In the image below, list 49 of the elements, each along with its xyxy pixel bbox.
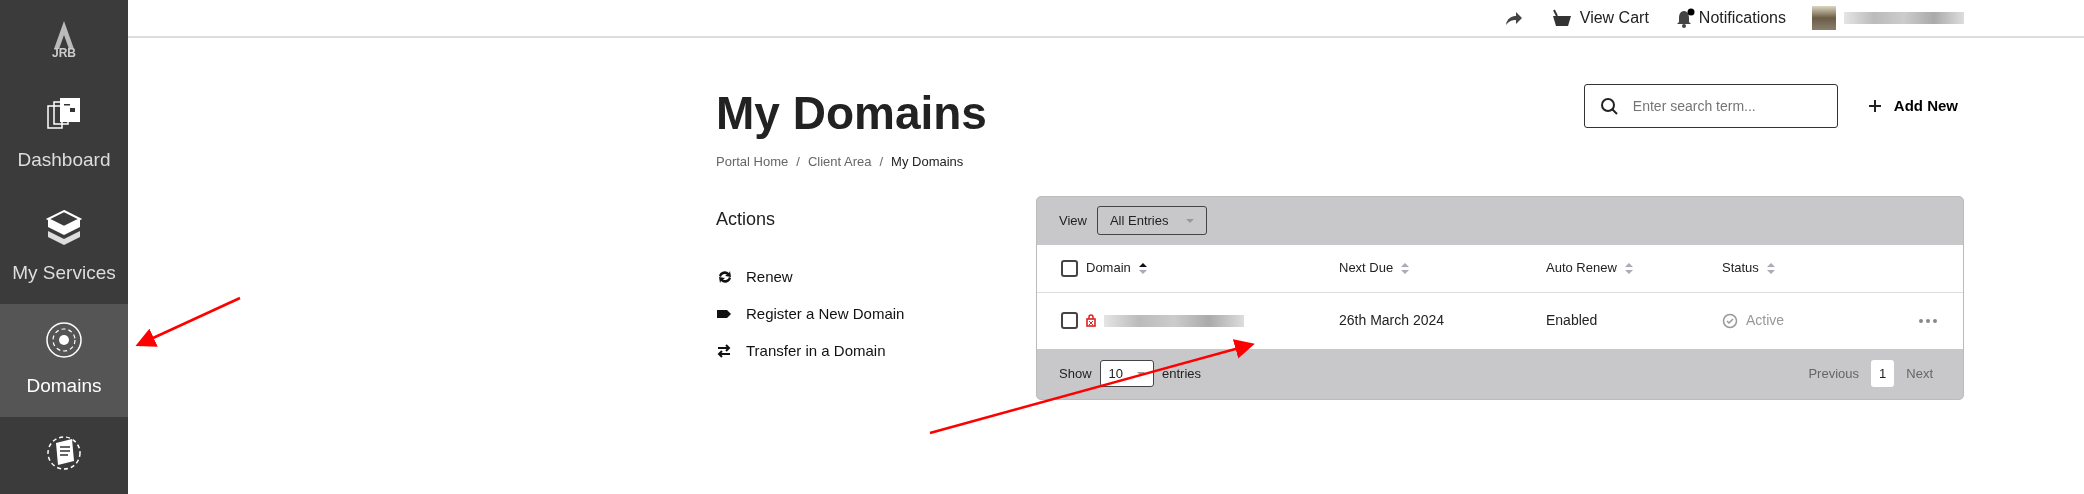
- sort-icon[interactable]: [1138, 262, 1147, 274]
- column-header[interactable]: Auto Renew: [1546, 258, 1617, 278]
- table-cell-text: Enabled: [1546, 311, 1599, 330]
- notifications-link[interactable]: Notifications: [1674, 6, 1786, 30]
- show-label: Show: [1059, 364, 1092, 383]
- actions-heading: Actions: [716, 207, 777, 231]
- row-checkbox[interactable]: [1061, 312, 1078, 329]
- status-text: Active: [1746, 311, 1785, 330]
- breadcrumb-link[interactable]: Portal Home: [716, 152, 789, 172]
- share-icon[interactable]: [1503, 9, 1524, 27]
- action-link[interactable]: Renew: [716, 258, 1036, 296]
- column-header[interactable]: Next Due: [1339, 258, 1394, 278]
- swap-arrows-icon: [716, 343, 732, 359]
- logo-text: JRB: [52, 47, 76, 59]
- column-header[interactable]: Status: [1722, 258, 1759, 278]
- search-icon: [1599, 97, 1618, 115]
- view-label: View: [1059, 211, 1087, 230]
- entries-label: entries: [1162, 364, 1202, 383]
- check-circle-icon: [1722, 312, 1738, 329]
- breadcrumb-current: My Domains: [891, 153, 964, 171]
- view-cart-link[interactable]: View Cart: [1549, 6, 1649, 30]
- avatar: [1812, 6, 1836, 30]
- select-all-checkbox[interactable]: [1061, 259, 1078, 277]
- breadcrumb-link[interactable]: Client Area: [807, 152, 872, 172]
- page-size-dropdown[interactable]: 10: [1099, 359, 1154, 388]
- more-options-icon[interactable]: [1919, 318, 1937, 323]
- action-link[interactable]: Register a New Domain: [716, 295, 1036, 333]
- table-cell-text: 26th March 2024: [1339, 311, 1446, 330]
- breadcrumb-separator: /: [796, 153, 800, 171]
- action-link[interactable]: Transfer in a Domain: [716, 332, 1036, 370]
- sidebar-item[interactable]: Dashboard: [0, 78, 128, 191]
- column-header[interactable]: Domain: [1086, 258, 1131, 278]
- logo-icon: [52, 19, 76, 49]
- page-button[interactable]: 1: [1871, 359, 1895, 388]
- view-dropdown[interactable]: All Entries: [1096, 205, 1208, 236]
- document-icon[interactable]: [44, 433, 84, 473]
- previous-button[interactable]: Previous: [1800, 359, 1868, 388]
- caret-icon: [1137, 371, 1145, 376]
- search-field[interactable]: Enter search term...: [1583, 84, 1838, 128]
- box-icon: [44, 207, 84, 248]
- globe-icon: [44, 320, 84, 361]
- breadcrumb-separator: /: [879, 153, 884, 171]
- refresh-icon: [716, 269, 732, 285]
- add-new-button[interactable]: Add New: [1861, 93, 1964, 119]
- caret-icon: [1186, 218, 1195, 223]
- sidebar-item[interactable]: My Services: [0, 191, 128, 304]
- sidebar-item[interactable]: Domains: [0, 304, 128, 417]
- plus-icon: [1867, 99, 1882, 113]
- next-button[interactable]: Next: [1898, 359, 1941, 388]
